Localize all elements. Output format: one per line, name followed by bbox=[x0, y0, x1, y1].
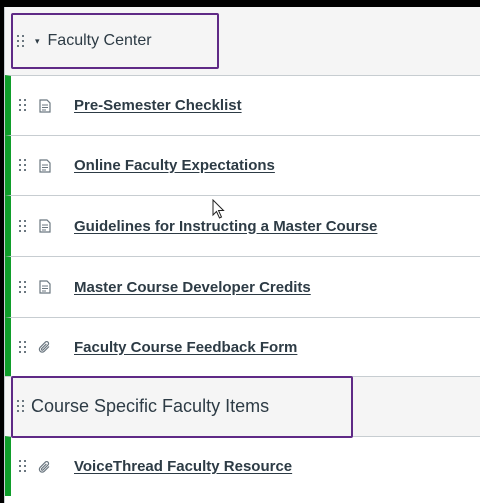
module-item[interactable]: VoiceThread Faculty Resource bbox=[5, 436, 480, 496]
module-item[interactable]: Master Course Developer Credits bbox=[5, 256, 480, 317]
item-link-guidelines-master-course[interactable]: Guidelines for Instructing a Master Cour… bbox=[74, 218, 377, 235]
drag-handle-icon[interactable] bbox=[17, 400, 25, 413]
module-item[interactable]: Pre-Semester Checklist bbox=[5, 75, 480, 135]
drag-handle-icon[interactable] bbox=[19, 460, 27, 473]
drag-handle-icon[interactable] bbox=[19, 219, 27, 233]
drag-handle-icon[interactable] bbox=[19, 159, 27, 172]
module-header-course-specific[interactable]: Course Specific Faculty Items bbox=[5, 376, 480, 436]
attachment-icon bbox=[37, 459, 53, 475]
attachment-icon bbox=[37, 339, 53, 355]
drag-handle-icon[interactable] bbox=[19, 340, 27, 354]
drag-handle-icon[interactable] bbox=[19, 280, 27, 294]
collapse-caret-icon[interactable]: ▾ bbox=[35, 36, 40, 47]
page-icon bbox=[37, 279, 53, 295]
item-link-faculty-course-feedback-form[interactable]: Faculty Course Feedback Form bbox=[74, 339, 297, 356]
module-header-faculty-center[interactable]: ▾ Faculty Center bbox=[5, 7, 480, 75]
module-list: ▾ Faculty Center Pre-Semester Checklist … bbox=[4, 7, 480, 503]
item-link-voicethread-faculty-resource[interactable]: VoiceThread Faculty Resource bbox=[74, 458, 292, 475]
mouse-cursor-icon bbox=[212, 199, 225, 219]
module-item[interactable]: Faculty Course Feedback Form bbox=[5, 317, 480, 376]
item-link-pre-semester-checklist[interactable]: Pre-Semester Checklist bbox=[74, 97, 242, 114]
item-link-online-faculty-expectations[interactable]: Online Faculty Expectations bbox=[74, 157, 275, 174]
page-icon bbox=[37, 158, 53, 174]
drag-handle-icon[interactable] bbox=[17, 34, 25, 48]
module-title: Faculty Center bbox=[47, 32, 152, 49]
item-link-master-course-developer-credits[interactable]: Master Course Developer Credits bbox=[74, 279, 311, 296]
module-title: Course Specific Faculty Items bbox=[31, 396, 270, 416]
page-icon bbox=[37, 218, 53, 234]
page-icon bbox=[37, 98, 53, 114]
module-item[interactable]: Guidelines for Instructing a Master Cour… bbox=[5, 195, 480, 256]
module-item[interactable]: Online Faculty Expectations bbox=[5, 135, 480, 195]
drag-handle-icon[interactable] bbox=[19, 99, 27, 112]
